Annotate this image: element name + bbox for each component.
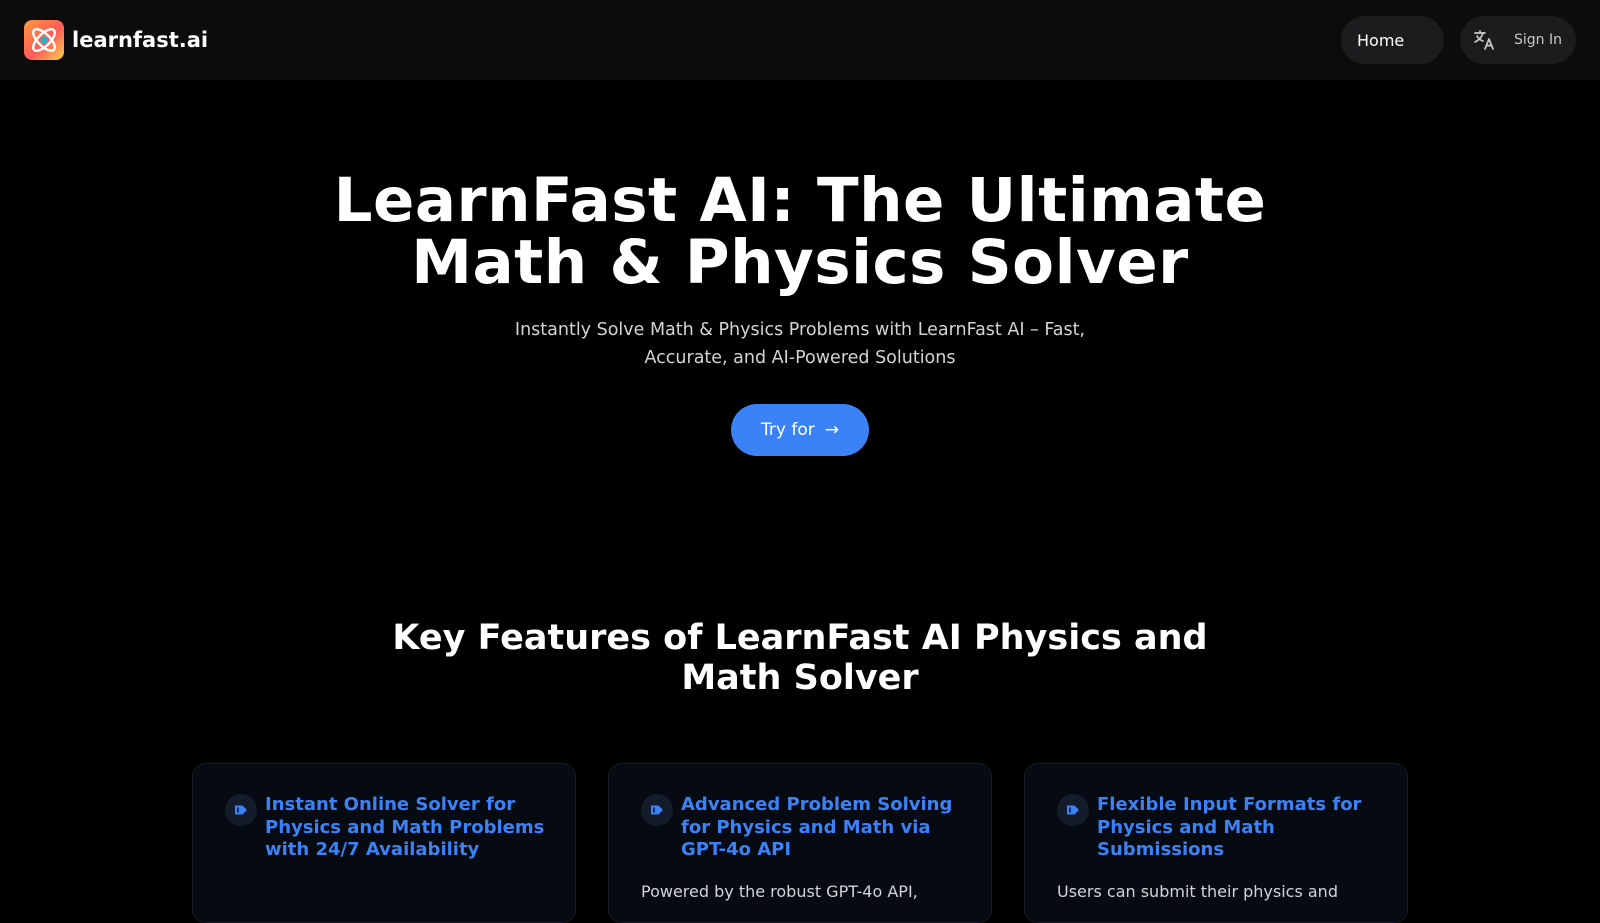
account-pill: Sign In [1460,16,1576,64]
feature-cards: Instant Online Solver for Physics and Ma… [192,763,1408,923]
feature-card-description: Users can submit their physics and [1057,881,1338,901]
brand-name: learnfast.ai [72,28,209,52]
try-for-button[interactable]: Try for → [731,404,869,456]
atom-logo-icon [24,20,64,60]
tag-icon [225,794,257,826]
feature-card-description: Powered by the robust GPT-4o API, [641,881,918,901]
feature-card-title: Instant Online Solver for Physics and Ma… [265,794,545,860]
feature-card-header: Flexible Input Formats for Physics and M… [1057,794,1377,862]
tag-icon [1057,794,1089,826]
feature-card: Flexible Input Formats for Physics and M… [1024,763,1408,923]
tag-icon [641,794,673,826]
arrow-right-icon: → [824,420,839,440]
nav-home-button[interactable]: Home [1341,16,1444,64]
try-for-label: Try for [761,420,815,440]
hero-title: LearnFast AI: The Ultimate Math & Physic… [333,165,1267,298]
feature-card: Advanced Problem Solving for Physics and… [608,763,992,923]
sign-in-link[interactable]: Sign In [1514,32,1562,48]
feature-card-header: Instant Online Solver for Physics and Ma… [225,794,545,862]
main-nav: Home Sign In [1341,16,1576,64]
features-title-text: Key Features of LearnFast AI Physics and… [392,618,1208,698]
top-navbar: learnfast.ai Home Sign In [0,0,1600,80]
hero-section: LearnFast AI: The Ultimate Math & Physic… [0,170,1600,456]
feature-card-title: Flexible Input Formats for Physics and M… [1097,794,1362,860]
feature-card-header: Advanced Problem Solving for Physics and… [641,794,961,862]
features-title: Key Features of LearnFast AI Physics and… [0,618,1600,698]
translate-icon[interactable] [1472,27,1498,53]
feature-card-title: Advanced Problem Solving for Physics and… [681,794,953,860]
brand-link[interactable]: learnfast.ai [24,20,208,60]
hero-subtitle: Instantly Solve Math & Physics Problems … [514,320,1086,368]
feature-card: Instant Online Solver for Physics and Ma… [192,763,576,923]
